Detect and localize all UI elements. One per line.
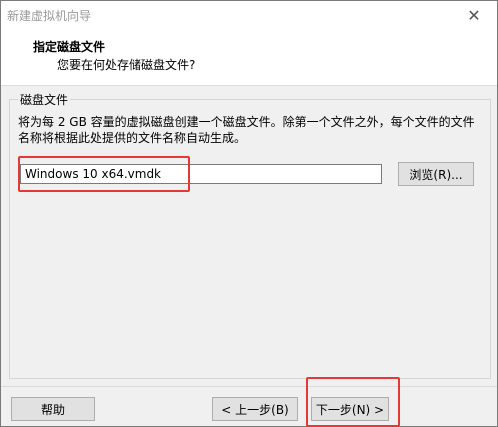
wizard-header: 指定磁盘文件 您要在何处存储磁盘文件?: [1, 29, 497, 86]
page-subtitle: 您要在何处存储磁盘文件?: [57, 58, 196, 72]
page-title: 指定磁盘文件: [33, 40, 106, 54]
disk-file-group: 磁盘文件 将为每 2 GB 容量的虚拟磁盘创建一个磁盘文件。除第一个文件之外，每…: [9, 91, 491, 379]
help-button[interactable]: 帮助: [11, 397, 95, 421]
new-vm-wizard-window: 新建虚拟机向导 ✕ 指定磁盘文件 您要在何处存储磁盘文件? 磁盘文件 将为每 2…: [0, 0, 498, 427]
next-button[interactable]: 下一步(N) >: [311, 397, 389, 421]
title-bar: 新建虚拟机向导 ✕: [1, 1, 497, 29]
back-button[interactable]: < 上一步(B): [212, 397, 298, 421]
group-legend: 磁盘文件: [18, 91, 71, 108]
disk-file-name-input[interactable]: [20, 164, 382, 184]
disk-file-description: 将为每 2 GB 容量的虚拟磁盘创建一个磁盘文件。除第一个文件之外，每个文件的文…: [18, 115, 475, 145]
close-icon[interactable]: ✕: [451, 1, 497, 29]
browse-button[interactable]: 浏览(R)...: [398, 162, 474, 186]
window-title: 新建虚拟机向导: [7, 9, 92, 23]
footer-divider: [1, 386, 497, 387]
